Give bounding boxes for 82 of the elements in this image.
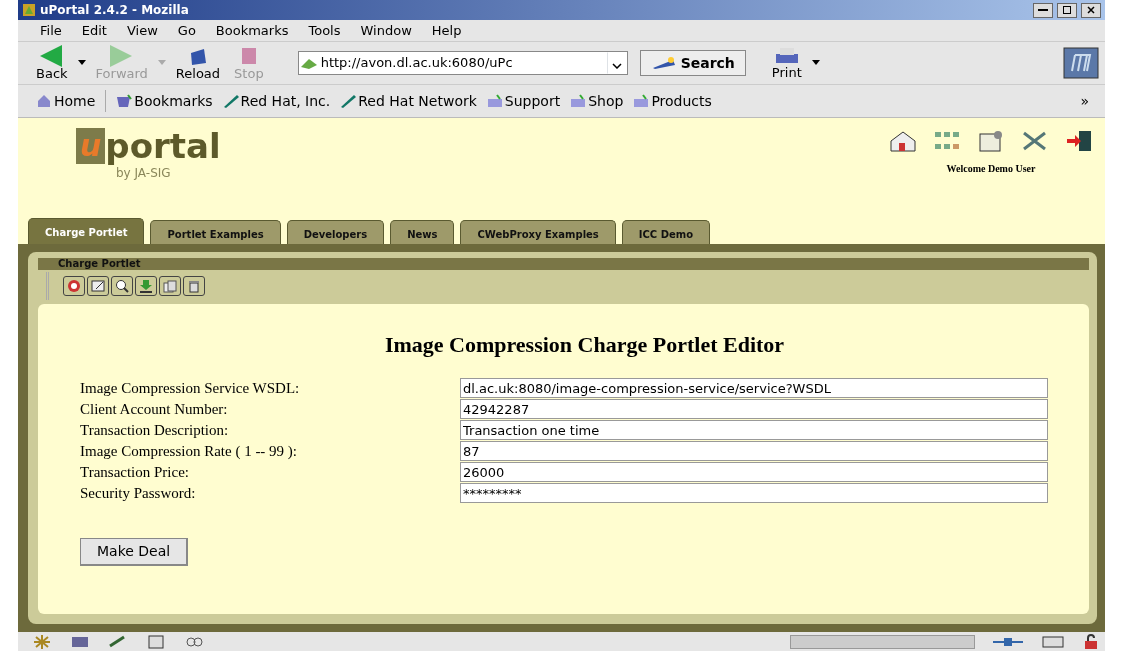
documents-button[interactable] <box>159 276 181 296</box>
lifebuoy-icon <box>66 278 82 294</box>
menu-item[interactable]: Tools <box>308 20 341 41</box>
field-label: Image Compression Service WSDL: <box>80 379 301 399</box>
menu-item[interactable]: View <box>126 20 158 41</box>
welcome-text: Welcome Demo User <box>946 161 1036 176</box>
close-icon <box>1086 5 1096 15</box>
field-label: Transaction Price: <box>80 463 190 483</box>
portal-tab[interactable]: Developers <box>286 220 385 244</box>
reload-button[interactable]: Reload <box>171 44 225 82</box>
back-button[interactable]: Back <box>32 44 72 82</box>
menu-item[interactable]: File <box>40 20 62 41</box>
minimize-icon <box>1038 9 1048 11</box>
tray-icon <box>486 93 503 109</box>
field-label: Client Account Number: <box>80 400 229 420</box>
dropdown-caret-icon <box>811 60 820 66</box>
input-field[interactable]: ********* <box>460 483 1048 504</box>
tray-icon <box>633 93 650 109</box>
print-button[interactable]: Print <box>767 45 806 81</box>
padlock-icon <box>1083 633 1099 650</box>
bookmark-item[interactable]: Products <box>633 90 712 112</box>
documents-icon <box>162 278 178 294</box>
editor-heading: Image Compression Charge Portlet Editor <box>383 332 786 359</box>
field-label: Security Password: <box>80 484 197 504</box>
edit-icon <box>90 278 106 294</box>
maximize-button[interactable] <box>1057 2 1077 18</box>
more-bookmarks-button[interactable]: » <box>1080 90 1089 112</box>
dropdown-caret-icon <box>157 60 166 66</box>
input-field[interactable]: dl.ac.uk:8080/image-compression-service/service?WSDL <box>460 378 1048 399</box>
portal-tab[interactable]: Charge Portlet <box>28 218 145 244</box>
maximize-icon <box>1062 5 1072 15</box>
bookmark-item[interactable]: Red Hat, Inc. <box>222 90 331 112</box>
menu-item[interactable]: Go <box>177 20 196 41</box>
logout-door-icon <box>1065 128 1093 153</box>
chevron-down-icon <box>611 62 622 69</box>
menu-item[interactable]: Help <box>431 20 462 41</box>
window-title: uPortal 2.4.2 - Mozilla <box>40 2 189 19</box>
portal-tab[interactable]: ICC Demo <box>621 220 711 244</box>
logo-byline: by JA-SIG <box>116 166 171 182</box>
back-arrow-icon <box>39 44 64 67</box>
edit-button[interactable] <box>87 276 109 296</box>
throbber-logo-icon <box>1063 47 1099 79</box>
search-button[interactable]: Search <box>639 50 746 76</box>
download-button[interactable] <box>135 276 157 296</box>
portal-tab[interactable]: CWebProxy Examples <box>460 220 616 244</box>
menu-item[interactable]: Edit <box>81 20 107 41</box>
input-field[interactable]: 42942287 <box>460 399 1048 420</box>
menu-item[interactable]: Bookmarks <box>215 20 289 41</box>
download-icon <box>138 278 154 294</box>
bookmarks-icon <box>116 93 133 109</box>
trash-icon <box>186 278 202 294</box>
minimize-button[interactable] <box>1033 2 1053 18</box>
logout-door-link[interactable] <box>1065 128 1093 153</box>
forward-arrow-icon <box>109 44 134 67</box>
online-plug-icon <box>993 635 1023 648</box>
bookmark-item[interactable]: Home <box>36 90 96 112</box>
zoom-button[interactable] <box>111 276 133 296</box>
make-deal-button[interactable]: Make Deal <box>80 538 189 567</box>
portal-tab[interactable]: News <box>390 220 455 244</box>
portlet-title: Charge Portlet <box>38 258 1089 270</box>
bookmark-item[interactable]: Bookmarks <box>116 90 213 112</box>
bookmark-item[interactable]: Red Hat Network <box>340 90 477 112</box>
zoom-icon <box>114 278 130 294</box>
close-button[interactable] <box>1081 2 1101 18</box>
logo-letter: u <box>76 128 106 164</box>
dropdown-caret-icon <box>77 60 86 66</box>
menu-item[interactable]: Window <box>360 20 412 41</box>
printer-icon <box>773 45 800 66</box>
lifebuoy-button[interactable] <box>63 276 85 296</box>
house-icon <box>36 93 52 109</box>
tray-icon <box>570 93 587 109</box>
portal-tab[interactable]: Portlet Examples <box>150 220 281 244</box>
bookmark-item[interactable]: Shop <box>570 90 624 112</box>
input-field[interactable]: 87 <box>460 441 1048 462</box>
input-field[interactable]: 26000 <box>460 462 1048 483</box>
bookmark-item[interactable]: Support <box>486 90 561 112</box>
input-field[interactable]: Transaction one time <box>460 420 1048 441</box>
address-bar[interactable]: http://avon.dl.ac.uk:6080/uPc <box>297 51 628 75</box>
trash-button[interactable] <box>183 276 205 296</box>
field-label: Transaction Description: <box>80 421 230 441</box>
app-icon <box>22 3 36 17</box>
field-label: Image Compression Rate ( 1 -- 99 ): <box>80 442 299 462</box>
